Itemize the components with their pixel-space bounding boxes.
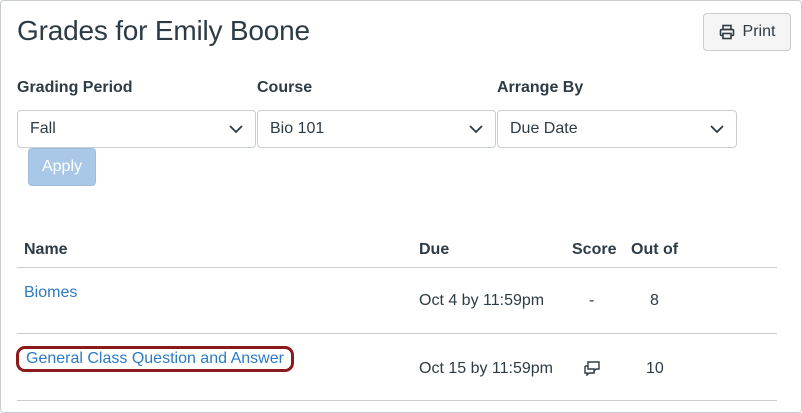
course-value: Bio 101 (270, 120, 325, 137)
row-divider (17, 333, 777, 334)
assignment-link-general-class-qa[interactable]: General Class Question and Answer (16, 346, 294, 372)
print-label: Print (742, 23, 776, 40)
arrange-by-select[interactable]: Due Date (497, 110, 737, 148)
printer-icon (719, 24, 735, 40)
score-value: - (589, 292, 595, 309)
grading-period-value: Fall (30, 120, 56, 137)
header-divider (17, 267, 777, 268)
print-button[interactable]: Print (703, 13, 791, 51)
due-date: Oct 15 by 11:59pm (419, 360, 553, 377)
apply-button[interactable]: Apply (28, 148, 96, 186)
arrange-by-label: Arrange By (497, 79, 584, 96)
column-header-due: Due (419, 241, 450, 258)
course-label: Course (257, 79, 313, 96)
grades-panel: Grades for Emily Boone Print Grading Per… (0, 0, 802, 413)
column-header-score: Score (572, 241, 617, 258)
out-of-value: 10 (646, 360, 664, 377)
course-select[interactable]: Bio 101 (257, 110, 496, 148)
due-date: Oct 4 by 11:59pm (419, 292, 545, 309)
page-title: Grades for Emily Boone (17, 15, 310, 46)
arrange-by-value: Due Date (510, 120, 578, 137)
assignment-link-biomes[interactable]: Biomes (24, 284, 77, 302)
chevron-down-icon (469, 124, 483, 134)
grading-period-label: Grading Period (17, 79, 133, 96)
grading-period-select[interactable]: Fall (17, 110, 256, 148)
chevron-down-icon (229, 124, 243, 134)
comment-icon[interactable] (583, 360, 601, 381)
chevron-down-icon (710, 124, 724, 134)
column-header-out-of: Out of (631, 241, 679, 258)
row-divider (17, 400, 777, 401)
column-header-name: Name (24, 241, 68, 258)
out-of-value: 8 (650, 292, 659, 309)
